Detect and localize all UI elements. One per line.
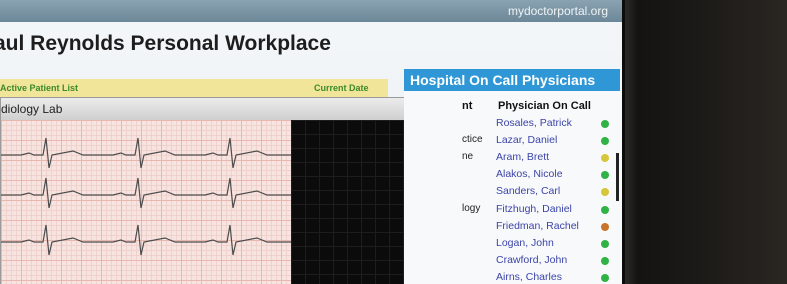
- status-dot: [601, 240, 609, 248]
- page-title: aul Reynolds Personal Workplace: [0, 32, 331, 55]
- lab-window-title: diology Lab: [1, 98, 463, 120]
- department-name: ne: [462, 151, 474, 162]
- status-dot: [601, 188, 609, 196]
- status-dot: [601, 120, 609, 128]
- physician-row[interactable]: Airns, Charles: [404, 271, 622, 284]
- physician-name[interactable]: Airns, Charles: [496, 271, 562, 283]
- department-column-header: nt: [462, 100, 473, 112]
- oncall-panel-title: Hospital On Call Physicians: [404, 69, 620, 91]
- physician-row[interactable]: ctice Lazar, Daniel: [404, 134, 622, 151]
- cardiology-lab-window[interactable]: diology Lab: [0, 97, 464, 284]
- status-dot: [601, 223, 609, 231]
- physician-name[interactable]: Logan, John: [496, 237, 554, 249]
- active-patient-list-link[interactable]: Active Patient List: [0, 83, 78, 93]
- monitor-bezel: [625, 0, 787, 284]
- department-name: logy: [462, 203, 481, 214]
- status-dot: [601, 171, 609, 179]
- ecg-trace: [1, 224, 291, 256]
- physician-name[interactable]: Lazar, Daniel: [496, 134, 557, 146]
- physician-name[interactable]: Sanders, Carl: [496, 185, 560, 197]
- ecg-traces: [1, 137, 291, 256]
- site-name[interactable]: mydoctorportal.org: [508, 4, 608, 18]
- status-dot: [601, 137, 609, 145]
- physician-row[interactable]: Friedman, Rachel: [404, 220, 622, 237]
- physician-name[interactable]: Crawford, John: [496, 254, 567, 266]
- physician-row[interactable]: Rosales, Patrick: [404, 117, 622, 134]
- department-name: ctice: [462, 134, 483, 145]
- status-dot: [601, 154, 609, 162]
- status-dot: [601, 257, 609, 265]
- scrollbar[interactable]: [616, 153, 619, 201]
- physician-name[interactable]: Friedman, Rachel: [496, 220, 579, 232]
- screen: mydoctorportal.org aul Reynolds Personal…: [0, 0, 622, 284]
- ecg-trace: [1, 177, 291, 209]
- physician-row[interactable]: Alakos, Nicole: [404, 168, 622, 185]
- oncall-panel: Hospital On Call Physicians nt Physician…: [404, 69, 622, 284]
- physician-row[interactable]: Sanders, Carl: [404, 185, 622, 202]
- current-date-label: Current Date: [314, 83, 369, 93]
- physician-name[interactable]: Fitzhugh, Daniel: [496, 203, 572, 215]
- ecg-trace: [1, 137, 291, 169]
- status-dot: [601, 206, 609, 214]
- physician-column-header: Physician On Call: [498, 100, 591, 112]
- status-dot: [601, 274, 609, 282]
- physician-row[interactable]: Crawford, John: [404, 254, 622, 271]
- physician-row[interactable]: Logan, John: [404, 237, 622, 254]
- physician-name[interactable]: Aram, Brett: [496, 151, 549, 163]
- physician-name[interactable]: Rosales, Patrick: [496, 117, 572, 129]
- physician-row[interactable]: logy Fitzhugh, Daniel: [404, 203, 622, 220]
- physician-name[interactable]: Alakos, Nicole: [496, 168, 563, 180]
- physician-row[interactable]: ne Aram, Brett: [404, 151, 622, 168]
- ecg-chart: [1, 120, 291, 284]
- top-bar: mydoctorportal.org: [0, 0, 622, 22]
